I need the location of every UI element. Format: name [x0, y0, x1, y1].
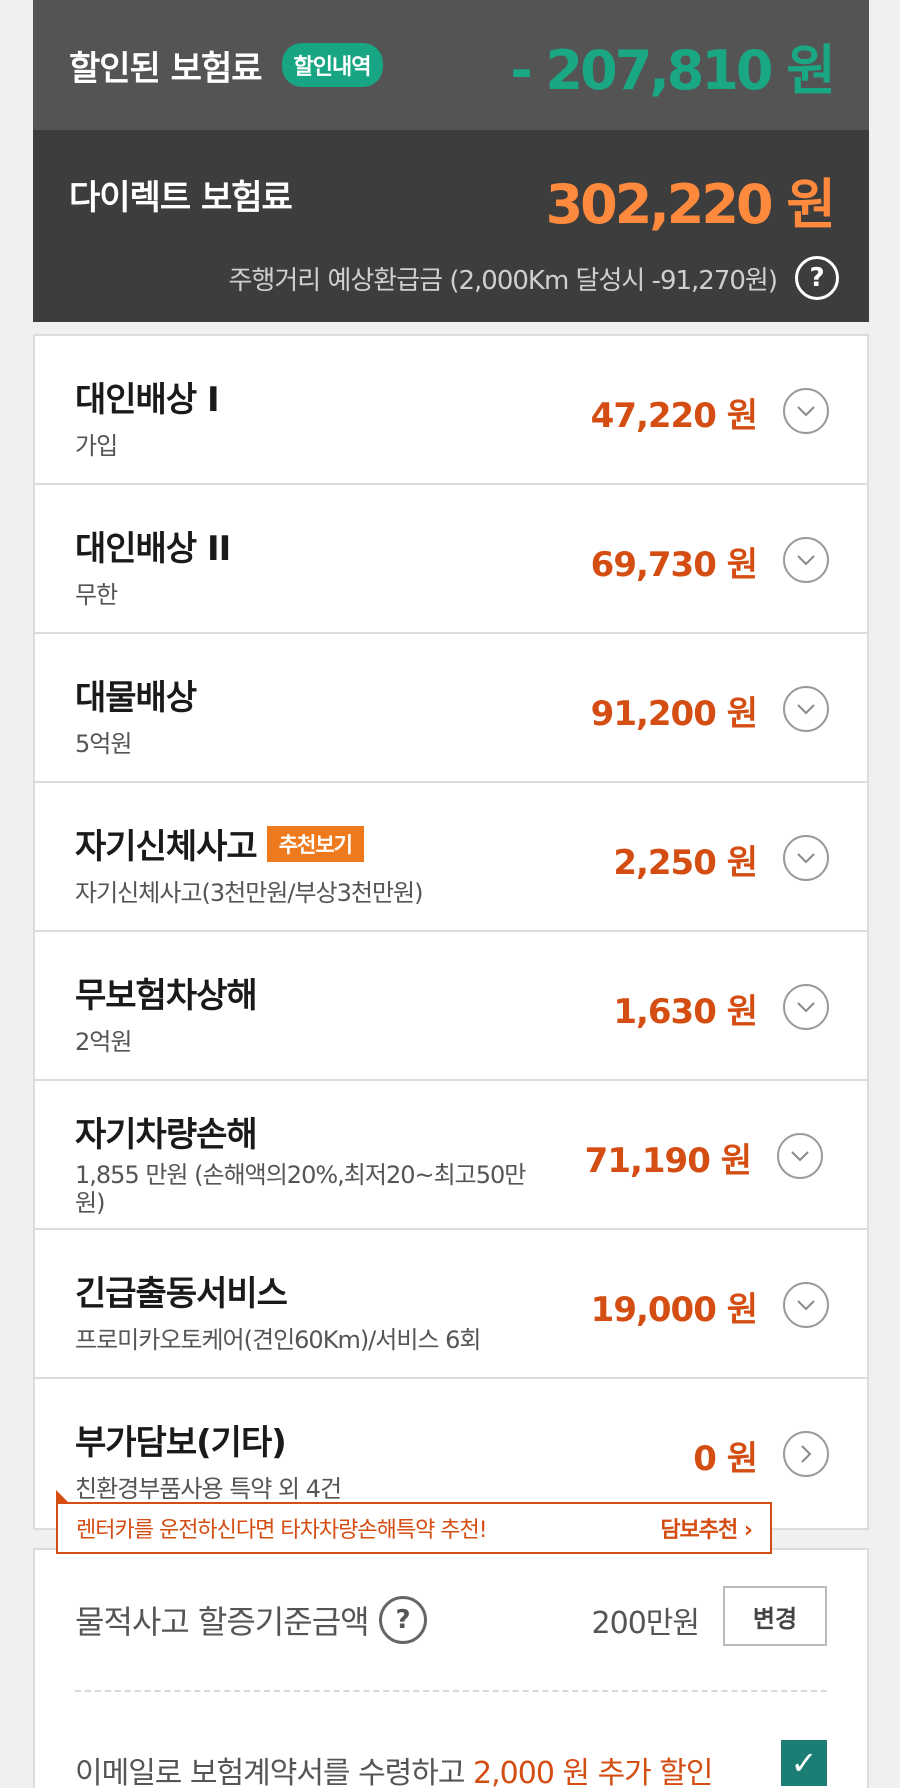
coverage-title: 부가담보(기타) [75, 1423, 287, 1463]
recommend-coverage-link[interactable]: 담보추천 › [660, 1512, 753, 1544]
chevron-down-icon[interactable] [777, 1133, 823, 1179]
coverage-title: 대인배상 II [75, 529, 231, 569]
coverage-item-self-injury[interactable]: 자기신체사고 추천보기 자기신체사고(3천만원/부상3천만원) 2,250 원 [35, 783, 867, 932]
coverage-amount: 91,200 원 [590, 694, 758, 734]
coverage-amount: 47,220 원 [590, 396, 758, 436]
threshold-label: 물적사고 할증기준금액 [75, 1603, 370, 1641]
coverage-item-uninsured-motorist[interactable]: 무보험차상해 2억원 1,630 원 [35, 932, 867, 1081]
chevron-down-icon[interactable] [783, 984, 829, 1030]
coverage-title: 긴급출동서비스 [75, 1274, 288, 1314]
email-contract-row[interactable]: 이메일로 보험계약서를 수령하고 2,000 원 추가 할인 ✓ [75, 1736, 827, 1788]
threshold-value: 200만원 [591, 1606, 700, 1641]
threshold-label-row: 물적사고 할증기준금액 ? [75, 1596, 427, 1644]
coverage-item-bodily-injury-2[interactable]: 대인배상 II 무한 69,730 원 [35, 485, 867, 634]
discount-title: 할인된 보험료 [69, 48, 263, 89]
coverage-amount: 1,630 원 [613, 992, 758, 1032]
checkmark-icon[interactable]: ✓ [781, 1740, 827, 1786]
coverage-amount: 69,730 원 [590, 545, 758, 585]
coverage-item-bodily-injury-1[interactable]: 대인배상 Ⅰ 가입 47,220 원 [35, 336, 867, 485]
coverage-amount: 19,000 원 [590, 1290, 758, 1330]
coverage-title-row: 자기신체사고 추천보기 [75, 819, 364, 868]
dashed-divider [75, 1690, 827, 1692]
coverage-item-own-vehicle-damage[interactable]: 자기차량손해 1,855 만원 (손해액의20%,최저20~최고50만원) 71… [35, 1081, 867, 1230]
coverage-sub: 자기신체사고(3천만원/부상3천만원) [75, 879, 423, 907]
coverage-title: 대인배상 Ⅰ [75, 380, 220, 420]
direct-premium-title: 다이렉트 보험료 [69, 178, 293, 218]
refund-row: 주행거리 예상환급금 (2,000Km 달성시 -91,270원) ? [229, 256, 839, 300]
discount-bar: 할인된 보험료 할인내역 - 207,810 원 [33, 0, 869, 130]
coverage-title: 자기신체사고 [75, 827, 258, 867]
coverage-sub: 2억원 [75, 1028, 132, 1056]
coverage-sub: 무한 [75, 581, 118, 609]
options-card: 물적사고 할증기준금액 ? 200만원 변경 이메일로 보험계약서를 수령하고 … [33, 1548, 869, 1788]
chevron-down-icon[interactable] [783, 1282, 829, 1328]
chevron-down-icon[interactable] [783, 835, 829, 881]
threshold-row: 물적사고 할증기준금액 ? 200만원 변경 [75, 1586, 827, 1646]
discount-details-button[interactable]: 할인내역 [281, 43, 383, 87]
chevron-down-icon[interactable] [783, 686, 829, 732]
coverage-amount: 0 원 [693, 1439, 758, 1479]
direct-premium-amount: 302,220 원 [545, 173, 836, 236]
question-circle-icon[interactable]: ? [795, 256, 839, 300]
coverage-amount: 2,250 원 [613, 843, 758, 883]
chevron-right-icon[interactable] [783, 1431, 829, 1477]
promo-text: 렌터카를 운전하신다면 타차차량손해특약 추천! [76, 1518, 488, 1543]
coverage-item-emergency-service[interactable]: 긴급출동서비스 프로미카오토케어(견인60Km)/서비스 6회 19,000 원 [35, 1230, 867, 1379]
coverage-sub: 친환경부품사용 특약 외 4건 [75, 1475, 342, 1503]
direct-premium-bar: 다이렉트 보험료 302,220 원 주행거리 예상환급금 (2,000Km 달… [33, 130, 869, 322]
rental-car-promo-banner[interactable]: 렌터카를 운전하신다면 타차차량손해특약 추천! 담보추천 › [56, 1490, 772, 1554]
coverage-list: 대인배상 Ⅰ 가입 47,220 원 대인배상 II 무한 69,730 원 대… [33, 334, 869, 1530]
email-text: 이메일로 보험계약서를 수령하고 2,000 원 추가 할인 [75, 1748, 714, 1788]
discount-amount: - 207,810 원 [510, 38, 836, 102]
coverage-sub: 5억원 [75, 730, 132, 758]
coverage-sub: 프로미카오토케어(견인60Km)/서비스 6회 [75, 1326, 481, 1354]
coverage-title: 자기차량손해 [75, 1115, 258, 1155]
coverage-sub: 가입 [75, 432, 118, 460]
coverage-item-property-damage[interactable]: 대물배상 5억원 91,200 원 [35, 634, 867, 783]
coverage-amount: 71,190 원 [584, 1141, 752, 1181]
recommend-button[interactable]: 추천보기 [266, 825, 364, 862]
premium-summary: 할인된 보험료 할인내역 - 207,810 원 다이렉트 보험료 302,22… [33, 0, 869, 1530]
chevron-down-icon[interactable] [783, 537, 829, 583]
coverage-title: 대물배상 [75, 678, 197, 718]
question-circle-icon[interactable]: ? [378, 1596, 427, 1644]
discount-left: 할인된 보험료 할인내역 [69, 41, 383, 90]
email-text-prefix: 이메일로 보험계약서를 수령하고 [75, 1756, 474, 1788]
chevron-down-icon[interactable] [783, 388, 829, 434]
coverage-sub: 1,855 만원 (손해액의20%,최저20~최고50만원) [75, 1161, 526, 1217]
refund-text: 주행거리 예상환급금 (2,000Km 달성시 -91,270원) [228, 265, 778, 296]
change-button[interactable]: 변경 [723, 1586, 827, 1646]
email-discount-highlight: 2,000 원 추가 할인 [473, 1756, 713, 1788]
coverage-title: 무보험차상해 [75, 976, 258, 1016]
